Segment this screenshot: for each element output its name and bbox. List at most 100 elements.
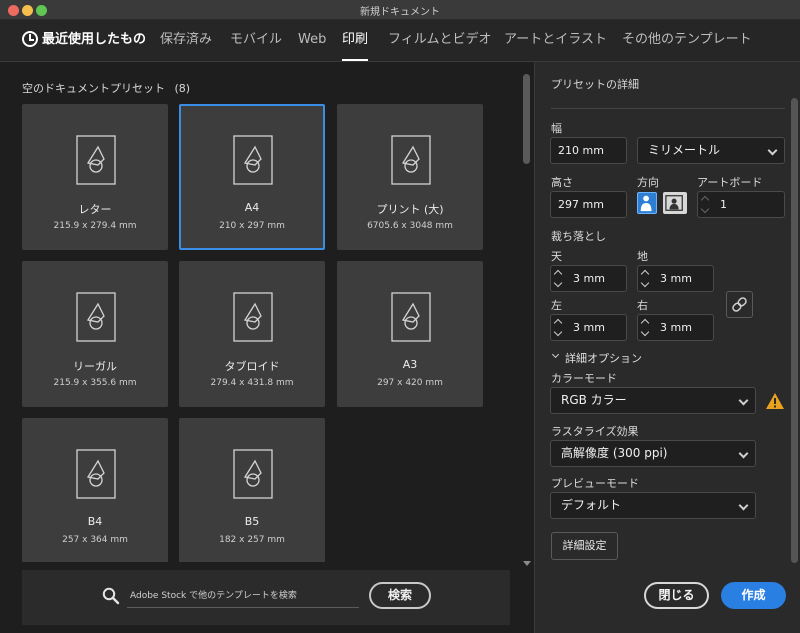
raster-effects-dropdown[interactable]: 高解像度 (300 ppi) [550,440,756,467]
tab-print[interactable]: 印刷 [342,20,369,61]
scroll-down-arrow-icon[interactable] [523,561,531,566]
decrement-icon[interactable] [553,278,563,288]
document-icon [391,135,431,185]
unit-dropdown[interactable]: ミリメートル [637,137,785,164]
chevron-down-icon [738,500,749,511]
stepper-arrows[interactable] [700,195,711,215]
chevron-down-icon [738,448,749,459]
preset-card-a3[interactable]: A3 297 x 420 mm [337,261,483,407]
stepper-arrows[interactable] [640,318,651,338]
color-mode-value: RGB カラー [561,393,627,407]
decrement-icon[interactable] [640,278,650,288]
decrement-icon[interactable] [640,327,650,337]
portrait-orientation-button[interactable] [637,192,657,214]
increment-icon[interactable] [640,318,650,328]
preview-mode-value: デフォルト [561,498,622,512]
link-bleed-button[interactable] [726,291,753,318]
bleed-bottom-value: 3 mm [660,272,692,285]
height-label: 高さ [551,176,573,189]
document-icon [233,135,273,185]
document-icon [76,292,116,342]
preset-name: A4 [244,201,260,214]
warning-icon[interactable] [765,392,785,410]
document-icon [233,449,273,499]
bleed-label: 裁ち落とし [551,230,606,243]
window-titlebar: 新規ドキュメント [0,0,800,20]
tab-other-templates[interactable]: その他のテンプレート [622,20,752,61]
width-field[interactable] [550,137,627,164]
preset-name: A3 [402,358,418,371]
increment-icon[interactable] [553,269,563,279]
bleed-bottom-label: 地 [637,250,648,263]
stepper-arrows[interactable] [553,269,564,289]
link-icon [732,297,747,312]
advanced-settings-button[interactable]: 詳細設定 [551,532,618,560]
scrollbar-thumb[interactable] [523,74,530,164]
tab-mobile[interactable]: モバイル [230,20,282,61]
search-button[interactable]: 検索 [369,582,431,609]
preset-card-b4[interactable]: B4 257 x 364 mm [22,418,168,562]
decrement-icon[interactable] [553,327,563,337]
increment-icon[interactable] [640,269,650,279]
create-button[interactable]: 作成 [721,582,786,609]
preset-name: タブロイド [224,360,280,373]
orientation-label: 方向 [637,176,659,189]
document-icon [233,292,273,342]
bleed-left-stepper[interactable]: 3 mm [550,314,627,341]
chevron-down-icon[interactable] [551,350,560,359]
tab-web[interactable]: Web [298,20,326,61]
preset-card-letter[interactable]: レター 215.9 x 279.4 mm [22,104,168,250]
advanced-options-toggle[interactable]: 詳細オプション [565,350,642,366]
chevron-down-icon [767,145,778,156]
bleed-top-stepper[interactable]: 3 mm [550,265,627,292]
details-scrollbar[interactable] [789,98,799,568]
stepper-arrows[interactable] [640,269,651,289]
preset-name: B4 [87,515,103,528]
color-mode-dropdown[interactable]: RGB カラー [550,387,756,414]
category-tabs: 最近使用したもの 保存済み モバイル Web 印刷 フィルムとビデオ アートとイ… [0,20,800,62]
chevron-down-icon [738,395,749,406]
tab-recent[interactable]: 最近使用したもの [42,20,146,61]
preset-card-legal[interactable]: リーガル 215.9 x 355.6 mm [22,261,168,407]
preset-name: リーガル [73,360,117,373]
preset-size: 257 x 364 mm [62,535,128,545]
bleed-left-label: 左 [551,299,562,312]
bleed-bottom-stepper[interactable]: 3 mm [637,265,714,292]
preset-name: B5 [244,515,260,528]
preset-details-title: プリセットの詳細 [551,78,639,91]
tab-saved[interactable]: 保存済み [160,20,212,61]
template-search-bar: 検索 [22,570,510,625]
bleed-top-label: 天 [551,250,562,263]
document-icon [76,449,116,499]
tab-art-illustration[interactable]: アートとイラスト [504,20,607,61]
artboard-stepper[interactable]: 1 [697,191,785,218]
height-field[interactable] [550,191,627,218]
preview-mode-dropdown[interactable]: デフォルト [550,492,756,519]
width-label: 幅 [551,122,562,135]
preset-card-a4[interactable]: A4 210 x 297 mm [179,104,325,250]
raster-effects-label: ラスタライズ効果 [551,425,639,438]
decrement-icon[interactable] [700,204,710,214]
preset-card-b5[interactable]: B5 182 x 257 mm [179,418,325,562]
stepper-arrows[interactable] [553,318,564,338]
preset-name: プリント (大) [376,203,444,216]
preset-size: 182 x 257 mm [219,535,285,545]
preview-mode-label: プレビューモード [551,477,639,490]
preset-card-tabloid[interactable]: タブロイド 279.4 x 431.8 mm [179,261,325,407]
portrait-person-icon [640,195,652,212]
preset-size: 215.9 x 355.6 mm [53,378,137,388]
preset-card-print-large[interactable]: プリント (大) 6705.6 x 3048 mm [337,104,483,250]
increment-icon[interactable] [700,195,710,205]
template-search-input[interactable] [127,584,359,608]
bleed-right-stepper[interactable]: 3 mm [637,314,714,341]
tab-film-video[interactable]: フィルムとビデオ [388,20,491,61]
increment-icon[interactable] [553,318,563,328]
preset-name: レター [78,203,112,216]
presets-grid: レター 215.9 x 279.4 mm A4 210 x 297 mm プリン… [0,62,520,562]
landscape-orientation-button[interactable] [663,192,687,214]
close-button[interactable]: 閉じる [644,582,709,609]
scrollbar-thumb[interactable] [791,98,798,563]
document-icon [391,292,431,342]
presets-scrollbar[interactable] [522,66,532,566]
color-mode-label: カラーモード [551,372,617,385]
